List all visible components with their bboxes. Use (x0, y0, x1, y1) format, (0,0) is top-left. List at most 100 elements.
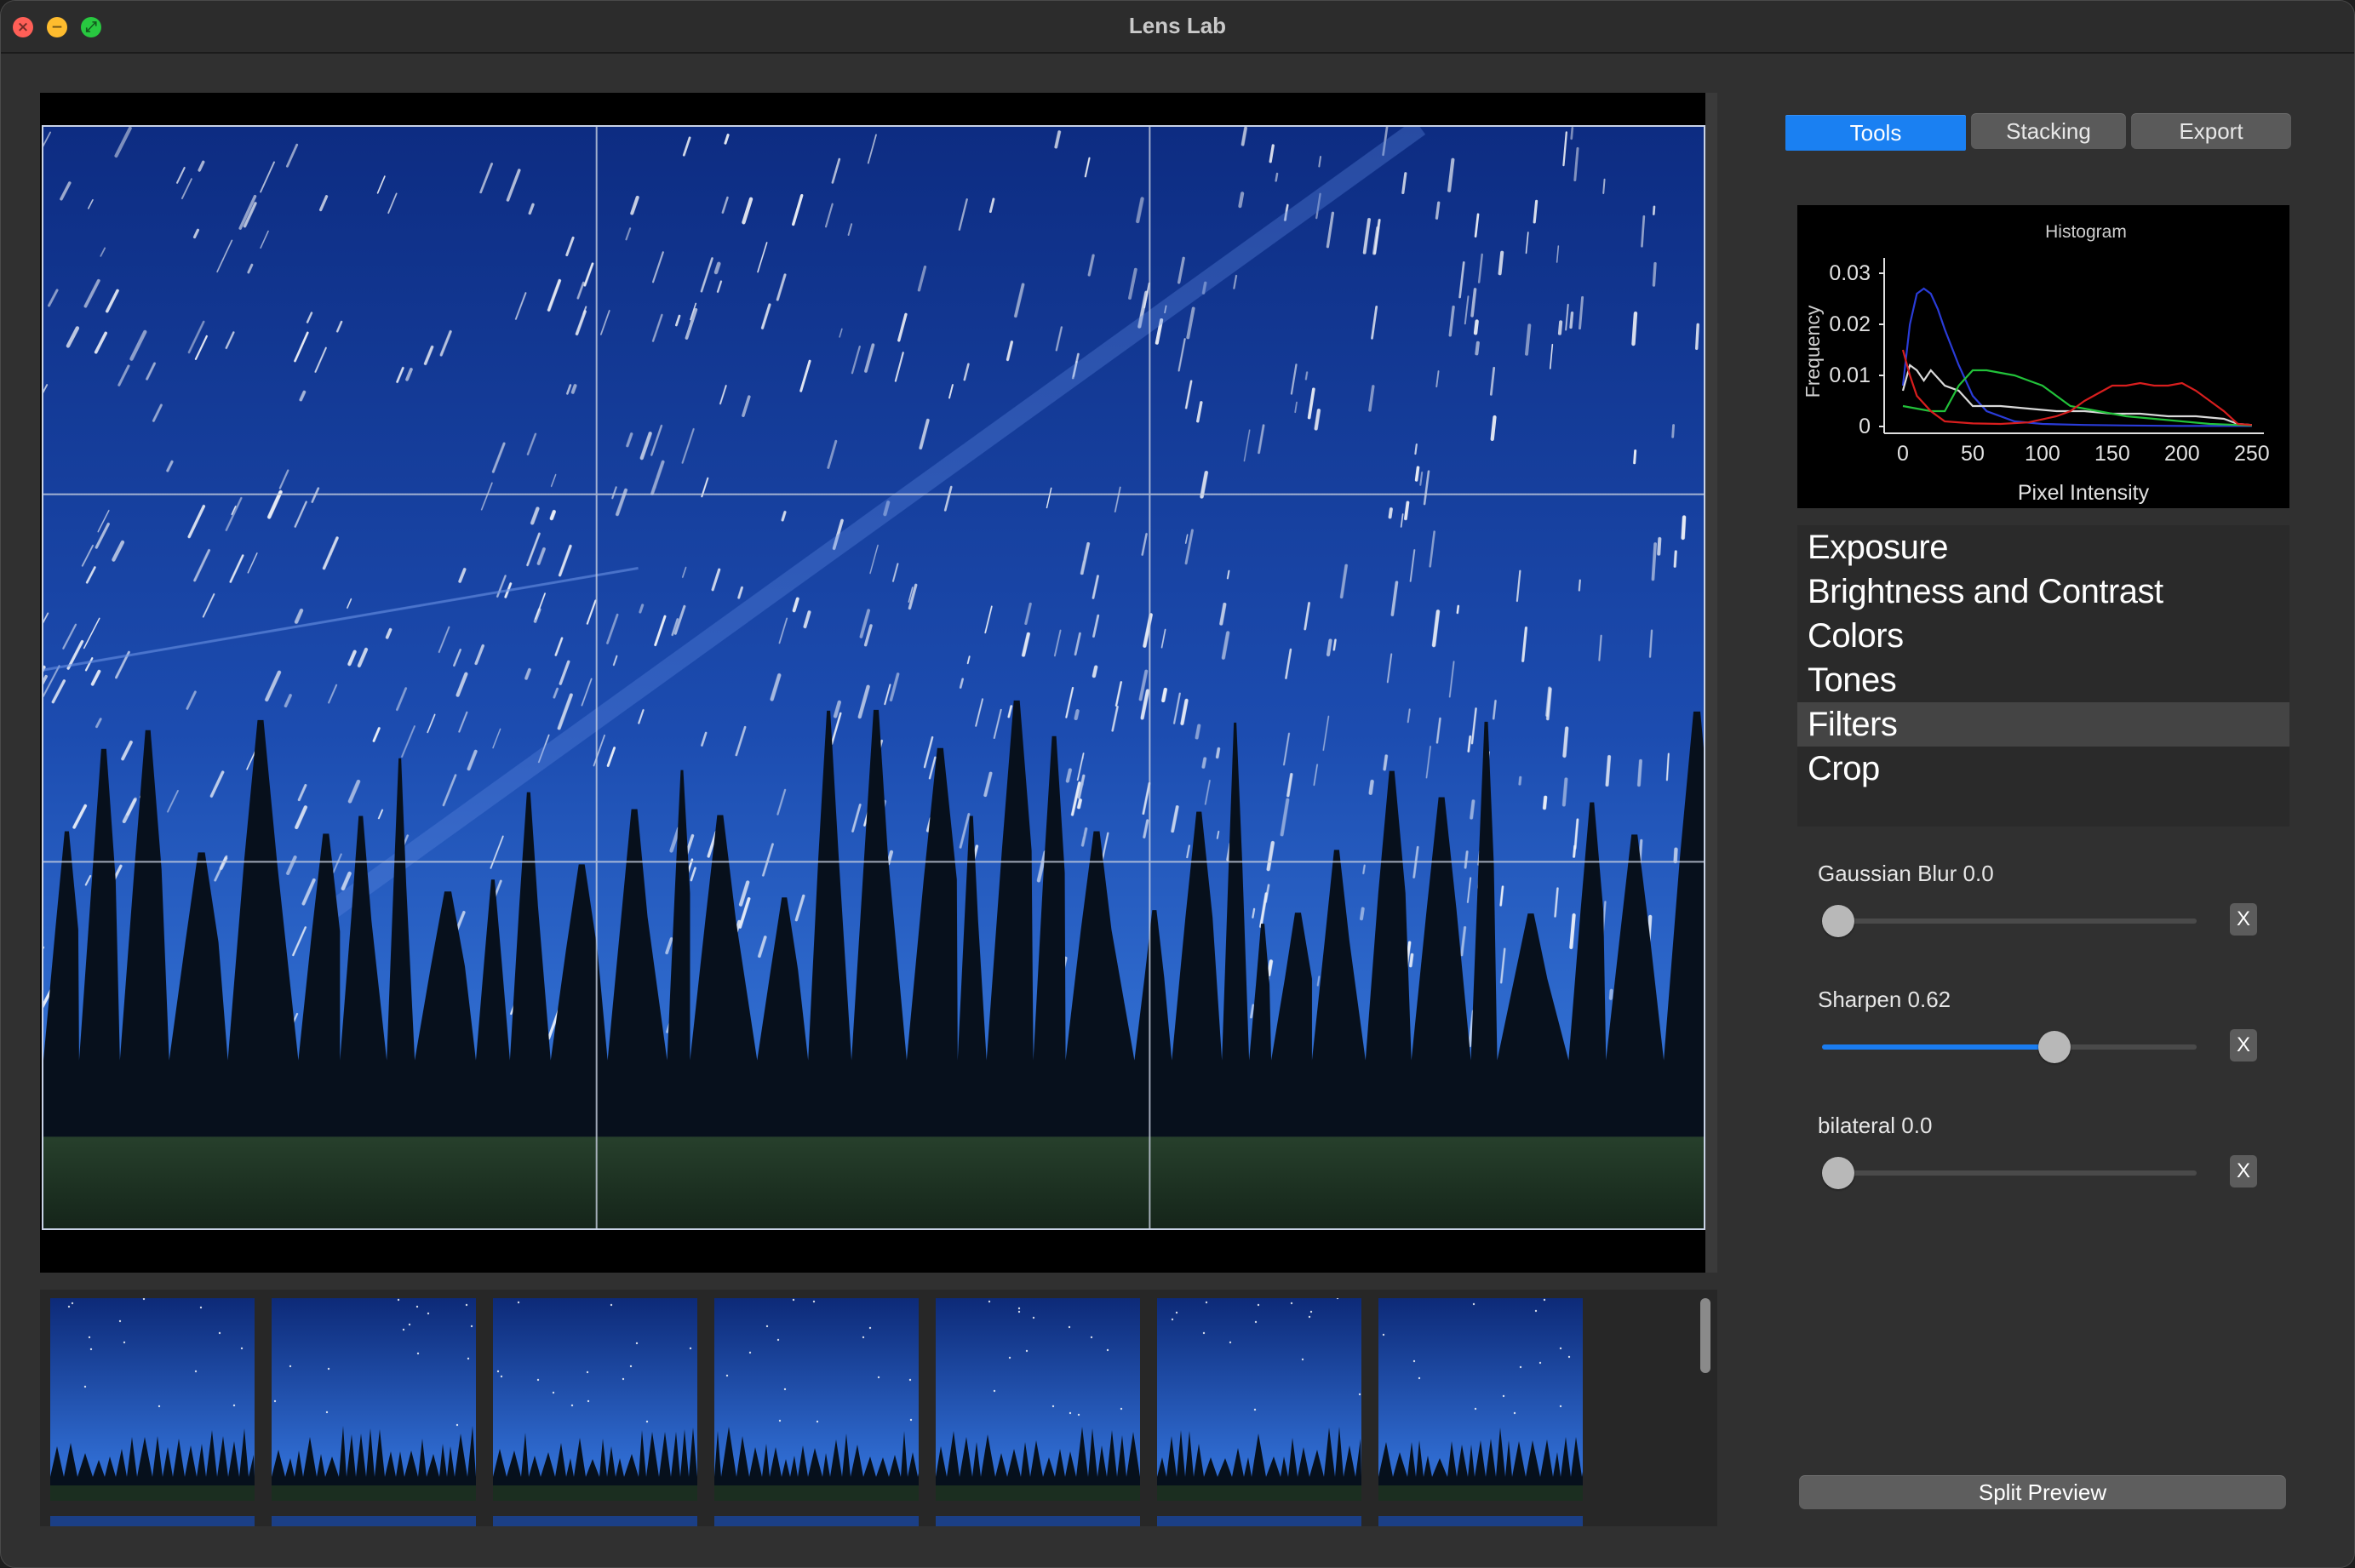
star-trail (1215, 747, 1221, 759)
thumbnail[interactable] (1378, 1298, 1583, 1501)
star-trail (1383, 754, 1389, 771)
grass-field (43, 1136, 1704, 1228)
star-trail (1065, 768, 1072, 783)
thumbnail[interactable] (272, 1516, 476, 1526)
image-canvas[interactable] (40, 93, 1717, 1273)
star-trail (1266, 959, 1274, 977)
thumbnail[interactable] (50, 1516, 255, 1526)
star-trail (1695, 323, 1699, 350)
slider-track[interactable] (1822, 918, 2197, 924)
tool-item-filters[interactable]: Filters (1797, 702, 2289, 747)
star-trail (549, 509, 556, 521)
tool-item-brightness-and-contrast[interactable]: Brightness and Contrast (1797, 569, 2289, 614)
tool-item-tones[interactable]: Tones (1797, 658, 2289, 702)
thumbnail[interactable] (493, 1298, 697, 1501)
star-trail (1608, 988, 1613, 1000)
star-trail (1673, 550, 1677, 568)
histogram-x-tick: 50 (1961, 442, 1985, 466)
histogram-x-tick: 200 (2164, 442, 2200, 466)
slider-track[interactable] (1822, 1044, 2197, 1050)
star-trail (1304, 371, 1309, 381)
slider-label: bilateral 0.0 (1818, 1113, 1933, 1138)
thumbnail[interactable] (272, 1298, 476, 1501)
histogram-panel: Histogram Frequency Pixel Intensity 0 50 1… (1797, 205, 2289, 508)
histogram-x-tick: 250 (2234, 442, 2270, 466)
star-trail (1637, 758, 1642, 787)
star-trail (1470, 799, 1475, 820)
tool-category-list[interactable]: Exposure Brightness and Contrast Colors Ton… (1797, 525, 2289, 827)
star-trail (713, 261, 721, 275)
slider-knob[interactable] (1822, 1157, 1854, 1189)
star-trail (1490, 415, 1497, 442)
slider-block: Sharpen 0.62 X (1818, 987, 2278, 1080)
star-trail (1404, 501, 1410, 521)
star-trail (1077, 798, 1082, 810)
star-trail (1092, 665, 1098, 678)
star-trail (1557, 320, 1563, 335)
thumbnail[interactable] (50, 1298, 255, 1501)
thumbnail[interactable] (1157, 1298, 1361, 1501)
histogram-series-line (1901, 349, 2252, 426)
thumbnail-filmstrip[interactable] (40, 1290, 1717, 1526)
star-trail (1602, 178, 1606, 194)
slider-knob[interactable] (1822, 905, 1854, 937)
reset-slider-button[interactable]: X (2230, 1029, 2257, 1062)
star-trail (1414, 444, 1418, 455)
star-trail (1275, 172, 1279, 182)
star-trail (1238, 192, 1245, 209)
reset-slider-button[interactable]: X (2230, 903, 2257, 936)
tab-tools[interactable]: Tools (1785, 115, 1966, 151)
histogram-series-line (1901, 363, 2252, 426)
star-trail (1368, 779, 1374, 795)
tab-export[interactable]: Export (2131, 113, 2291, 149)
star-trail (1570, 127, 1574, 140)
star-trail (1201, 757, 1207, 769)
star-trail (1360, 907, 1365, 921)
thumbnail[interactable] (493, 1516, 697, 1526)
star-trail (1435, 201, 1441, 220)
star-trail (1561, 777, 1568, 807)
thumbnail[interactable] (936, 1298, 1140, 1501)
tool-item-crop[interactable]: Crop (1797, 747, 2289, 791)
star-trail (1332, 638, 1337, 651)
star-trail (1362, 864, 1366, 874)
star-trail (1388, 507, 1393, 519)
histogram-ylabel: Frequency (1802, 305, 1824, 398)
histogram-x-tick: 100 (2025, 442, 2060, 466)
star-trail (1473, 319, 1479, 335)
tab-stacking[interactable]: Stacking (1971, 113, 2126, 149)
star-trail (1542, 795, 1548, 810)
star-trail (1518, 775, 1522, 786)
slider-track[interactable] (1822, 1170, 2197, 1176)
thumbnail[interactable] (1157, 1516, 1361, 1526)
star-trail (1681, 515, 1687, 541)
slider-knob[interactable] (2037, 1031, 2071, 1063)
thumbnail[interactable] (1378, 1516, 1583, 1526)
star-trail (1195, 724, 1201, 740)
histogram-xlabel: Pixel Intensity (2018, 481, 2150, 505)
tool-item-colors[interactable]: Colors (1797, 614, 2289, 658)
split-preview-button[interactable]: Split Preview (1799, 1475, 2286, 1509)
window-title: Lens Lab (1128, 13, 1227, 38)
star-trails-photo (43, 127, 1704, 1228)
star-trail (1562, 726, 1569, 758)
tool-item-exposure[interactable]: Exposure (1797, 525, 2289, 569)
histogram-y-tick: 0.02 (1829, 312, 1871, 336)
photo-preview[interactable] (42, 125, 1705, 1230)
thumbnail[interactable] (714, 1298, 919, 1501)
thumbnail[interactable] (714, 1516, 919, 1526)
title-bar: × − ⤢ Lens Lab (1, 1, 2354, 54)
star-trail (1671, 424, 1676, 438)
star-trail (1409, 953, 1414, 968)
star-trail (1414, 466, 1420, 482)
filmstrip-scrollbar[interactable] (1700, 1298, 1710, 1373)
histogram-y-tick: 0.01 (1829, 363, 1871, 387)
reset-slider-button[interactable]: X (2230, 1155, 2257, 1187)
star-trail (1498, 250, 1504, 276)
histogram-y-tick: 0.03 (1829, 261, 1871, 285)
slider-block: bilateral 0.0 X (1818, 1113, 2278, 1206)
slider-label: Sharpen 0.62 (1818, 987, 1951, 1012)
star-trail (1326, 638, 1332, 657)
thumbnail[interactable] (936, 1516, 1140, 1526)
histogram-x-tick: 0 (1897, 442, 1909, 466)
